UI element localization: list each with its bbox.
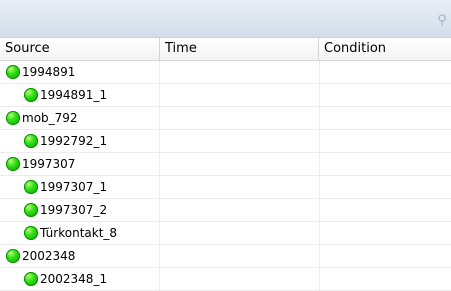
column-divider xyxy=(159,107,160,130)
column-divider xyxy=(159,222,160,245)
source-label: 2002348 xyxy=(22,249,76,263)
source-cell[interactable]: 1994891 xyxy=(6,61,75,83)
source-label: 1997307_1 xyxy=(40,180,108,194)
source-cell[interactable]: mob_792 xyxy=(6,107,78,129)
source-label: Türkontakt_8 xyxy=(40,226,118,240)
search-icon[interactable]: ⚲ xyxy=(435,14,449,28)
column-header-condition[interactable]: Condition xyxy=(319,38,451,60)
column-header-time[interactable]: Time xyxy=(160,38,319,60)
status-ok-icon xyxy=(24,203,38,217)
column-divider xyxy=(159,130,160,153)
column-divider xyxy=(159,199,160,222)
column-divider xyxy=(319,61,320,84)
column-divider xyxy=(159,245,160,268)
column-divider xyxy=(319,245,320,268)
table-row[interactable]: 1997307_1 xyxy=(0,176,451,199)
column-divider xyxy=(159,84,160,107)
status-ok-icon xyxy=(24,134,38,148)
column-header-source[interactable]: Source xyxy=(0,38,160,60)
column-divider xyxy=(319,130,320,153)
status-ok-icon xyxy=(24,272,38,286)
column-divider xyxy=(319,268,320,291)
table-row[interactable]: Türkontakt_8 xyxy=(0,222,451,245)
status-ok-icon xyxy=(6,111,20,125)
source-label: 1997307_2 xyxy=(40,203,108,217)
source-label: 1997307 xyxy=(22,157,76,171)
table-row[interactable]: 1997307_2 xyxy=(0,199,451,222)
source-cell[interactable]: 2002348_1 xyxy=(24,268,107,290)
source-label: 1994891_1 xyxy=(40,88,108,102)
source-cell[interactable]: 1997307_1 xyxy=(24,176,107,198)
table-row[interactable]: 1994891 xyxy=(0,61,451,84)
source-label: 1992792_1 xyxy=(40,134,108,148)
status-ok-icon xyxy=(24,88,38,102)
source-label: 1994891 xyxy=(22,65,76,79)
table-row[interactable]: 1997307 xyxy=(0,153,451,176)
table-row[interactable]: 1992792_1 xyxy=(0,130,451,153)
source-cell[interactable]: 2002348 xyxy=(6,245,75,267)
column-divider xyxy=(319,176,320,199)
table-row[interactable]: 1994891_1 xyxy=(0,84,451,107)
source-cell[interactable]: 1992792_1 xyxy=(24,130,107,152)
source-cell[interactable]: 1997307 xyxy=(6,153,75,175)
column-divider xyxy=(159,153,160,176)
column-divider xyxy=(319,84,320,107)
status-ok-icon xyxy=(6,65,20,79)
table-row[interactable]: 2002348_1 xyxy=(0,268,451,291)
source-label: mob_792 xyxy=(22,111,78,125)
column-divider xyxy=(159,176,160,199)
top-toolbar: ⚲ xyxy=(0,0,451,38)
column-divider xyxy=(319,153,320,176)
column-divider xyxy=(319,222,320,245)
column-divider xyxy=(159,268,160,291)
column-divider xyxy=(159,61,160,84)
status-ok-icon xyxy=(6,157,20,171)
source-label: 2002348_1 xyxy=(40,272,108,286)
status-ok-icon xyxy=(24,180,38,194)
source-cell[interactable]: Türkontakt_8 xyxy=(24,222,117,244)
column-divider xyxy=(319,107,320,130)
source-cell[interactable]: 1994891_1 xyxy=(24,84,107,106)
column-divider xyxy=(319,199,320,222)
table-row[interactable]: mob_792 xyxy=(0,107,451,130)
table-header: Source Time Condition xyxy=(0,38,451,61)
table-row[interactable]: 2002348 xyxy=(0,245,451,268)
status-ok-icon xyxy=(6,249,20,263)
source-cell[interactable]: 1997307_2 xyxy=(24,199,107,221)
source-tree-list: 1994891 1994891_1 mob_792 1992792_1 1997307 1… xyxy=(0,61,451,291)
status-ok-icon xyxy=(24,226,38,240)
